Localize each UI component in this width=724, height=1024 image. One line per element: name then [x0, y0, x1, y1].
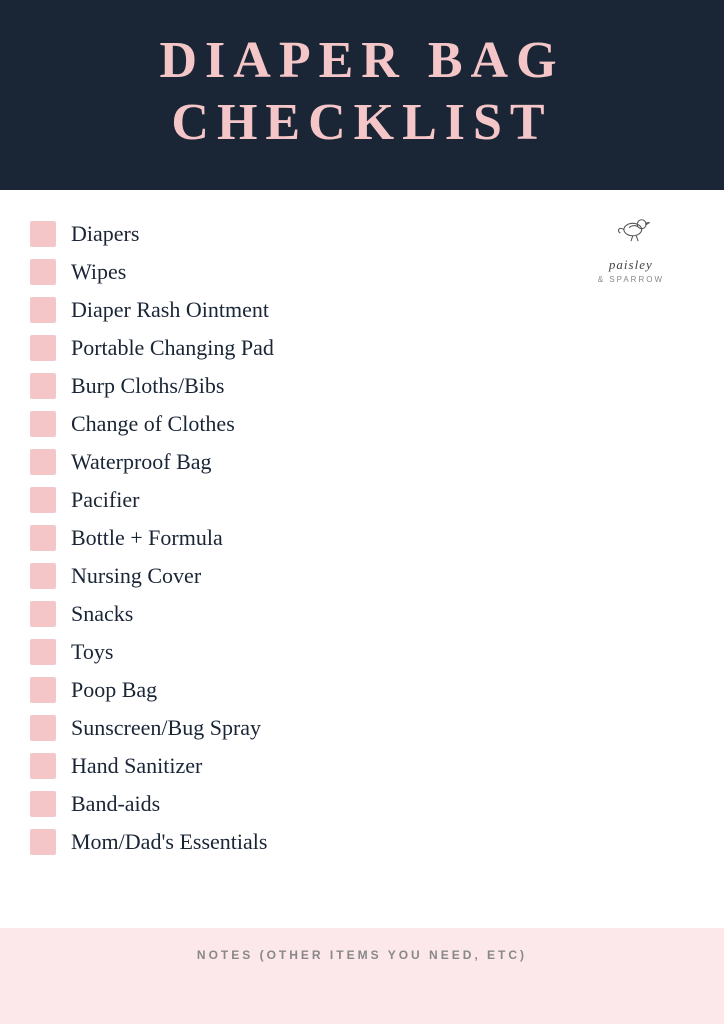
checklist-item: Poop Bag	[30, 671, 694, 709]
checkbox-8[interactable]	[30, 525, 56, 551]
title-line2: CHECKLIST	[171, 94, 552, 151]
checklist-item: Mom/Dad's Essentials	[30, 823, 694, 861]
logo-brand-text: paisley & SPARROW	[598, 257, 664, 285]
checkbox-5[interactable]	[30, 411, 56, 437]
item-label-5: Change of Clothes	[71, 411, 235, 437]
checkbox-13[interactable]	[30, 715, 56, 741]
item-label-16: Mom/Dad's Essentials	[71, 829, 267, 855]
checkbox-9[interactable]	[30, 563, 56, 589]
checkbox-2[interactable]	[30, 297, 56, 323]
logo-area: paisley & SPARROW	[598, 210, 664, 285]
checkbox-15[interactable]	[30, 791, 56, 817]
item-label-6: Waterproof Bag	[71, 449, 212, 475]
checklist-item: Band-aids	[30, 785, 694, 823]
brand-logo-icon	[601, 210, 661, 250]
checklist-item: Pacifier	[30, 481, 694, 519]
checklist-item: Hand Sanitizer	[30, 747, 694, 785]
item-label-0: Diapers	[71, 221, 139, 247]
notes-section: NOTES (OTHER ITEMS YOU NEED, ETC)	[0, 928, 724, 1024]
content-area: paisley & SPARROW Diapers Wipes Diaper Ras…	[0, 190, 724, 918]
item-label-2: Diaper Rash Ointment	[71, 297, 269, 323]
checklist-item: Diaper Rash Ointment	[30, 291, 694, 329]
item-label-11: Toys	[71, 639, 113, 665]
checklist-item: Snacks	[30, 595, 694, 633]
item-label-4: Burp Cloths/Bibs	[71, 373, 224, 399]
checkbox-10[interactable]	[30, 601, 56, 627]
item-label-9: Nursing Cover	[71, 563, 201, 589]
checkbox-16[interactable]	[30, 829, 56, 855]
checkbox-3[interactable]	[30, 335, 56, 361]
title-line1: DIAPER BAG	[159, 32, 564, 89]
checkbox-0[interactable]	[30, 221, 56, 247]
checklist-item: Wipes	[30, 253, 694, 291]
notes-label: NOTES (OTHER ITEMS YOU NEED, ETC)	[197, 948, 527, 962]
item-label-7: Pacifier	[71, 487, 139, 513]
item-label-1: Wipes	[71, 259, 126, 285]
page-header: DIAPER BAG CHECKLIST	[0, 0, 724, 190]
checkbox-6[interactable]	[30, 449, 56, 475]
item-label-8: Bottle + Formula	[71, 525, 223, 551]
item-label-15: Band-aids	[71, 791, 160, 817]
checklist-item: Change of Clothes	[30, 405, 694, 443]
checkbox-4[interactable]	[30, 373, 56, 399]
checklist: Diapers Wipes Diaper Rash Ointment Portable…	[30, 215, 694, 861]
page-title: DIAPER BAG CHECKLIST	[20, 30, 704, 155]
item-label-14: Hand Sanitizer	[71, 753, 202, 779]
checklist-item: Burp Cloths/Bibs	[30, 367, 694, 405]
checkbox-12[interactable]	[30, 677, 56, 703]
checkbox-7[interactable]	[30, 487, 56, 513]
checkbox-11[interactable]	[30, 639, 56, 665]
item-label-12: Poop Bag	[71, 677, 157, 703]
checklist-item: Waterproof Bag	[30, 443, 694, 481]
checklist-item: Toys	[30, 633, 694, 671]
checklist-item: Sunscreen/Bug Spray	[30, 709, 694, 747]
checklist-item: Nursing Cover	[30, 557, 694, 595]
item-label-13: Sunscreen/Bug Spray	[71, 715, 261, 741]
item-label-10: Snacks	[71, 601, 133, 627]
item-label-3: Portable Changing Pad	[71, 335, 274, 361]
checklist-item: Diapers	[30, 215, 694, 253]
checklist-item: Bottle + Formula	[30, 519, 694, 557]
checkbox-1[interactable]	[30, 259, 56, 285]
checkbox-14[interactable]	[30, 753, 56, 779]
checklist-item: Portable Changing Pad	[30, 329, 694, 367]
